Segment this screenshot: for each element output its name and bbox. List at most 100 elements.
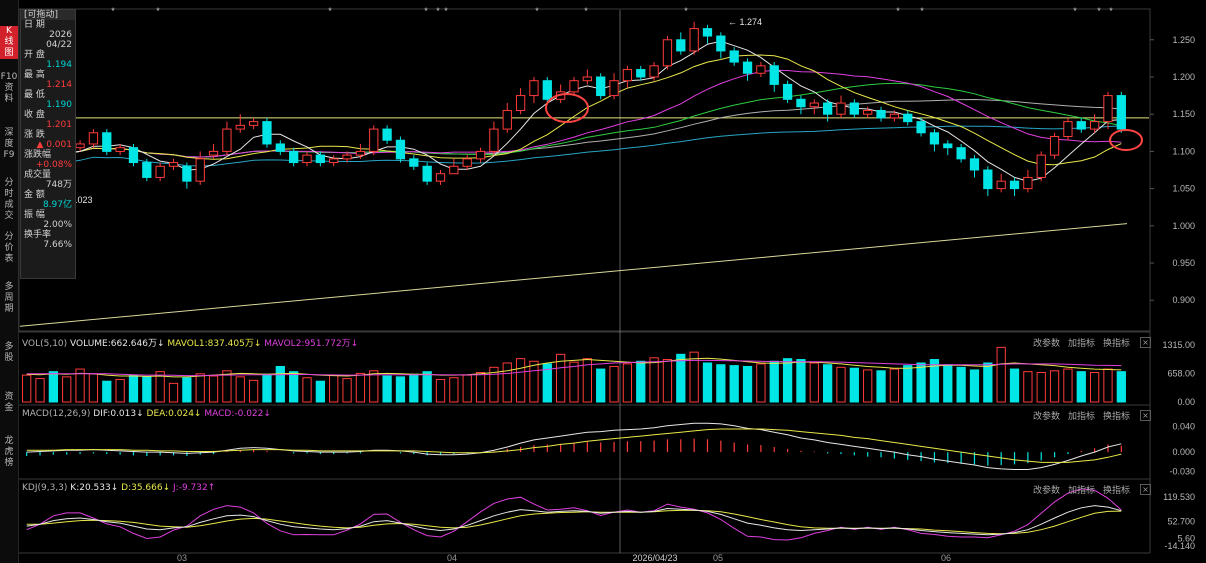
vol-close-icon[interactable]: × bbox=[1140, 337, 1151, 348]
candle-body[interactable] bbox=[676, 39, 686, 52]
volume-bar[interactable] bbox=[969, 369, 980, 403]
candle-body[interactable] bbox=[582, 76, 592, 82]
candle-body[interactable] bbox=[769, 65, 779, 85]
macd-panel-title[interactable]: MACD(12,26,9) DIF:0.013↓ DEA:0.024↓ MACD… bbox=[22, 409, 271, 419]
volume-bar[interactable] bbox=[315, 380, 325, 403]
candle-body[interactable] bbox=[248, 121, 259, 126]
volume-bar[interactable] bbox=[1036, 372, 1046, 403]
volume-bar[interactable] bbox=[742, 365, 753, 403]
candle-body[interactable] bbox=[155, 165, 165, 178]
candle-body[interactable] bbox=[742, 61, 753, 74]
candle-body[interactable] bbox=[369, 128, 379, 152]
volume-bar[interactable] bbox=[369, 370, 379, 403]
candle-body[interactable] bbox=[182, 165, 192, 182]
candle-body[interactable] bbox=[75, 143, 85, 149]
volume-bar[interactable] bbox=[1116, 371, 1126, 403]
vol-panel-title[interactable]: VOL(5,10) VOLUME:662.646万↓ MAVOL1:837.40… bbox=[22, 336, 358, 349]
kdj-panel-title[interactable]: KDJ(9,3,3) K:20.533↓ D:35.666↓ J:-9.732↑ bbox=[22, 483, 215, 493]
candle-body[interactable] bbox=[943, 143, 953, 149]
candle-body[interactable] bbox=[1009, 180, 1020, 190]
volume-bar[interactable] bbox=[1023, 371, 1033, 403]
candle-body[interactable] bbox=[782, 83, 793, 100]
candle-body[interactable] bbox=[435, 173, 446, 182]
candle-body[interactable] bbox=[515, 95, 526, 111]
volume-bar[interactable] bbox=[382, 375, 392, 403]
candle-body[interactable] bbox=[395, 139, 406, 160]
volume-bar[interactable] bbox=[262, 373, 272, 403]
volume-bar[interactable] bbox=[355, 372, 366, 403]
vol-params-button[interactable]: 改参数 bbox=[1033, 336, 1060, 349]
volume-bar[interactable] bbox=[502, 362, 512, 403]
volume-bar[interactable] bbox=[689, 351, 699, 403]
volume-bar[interactable] bbox=[769, 360, 779, 403]
candle-body[interactable] bbox=[609, 80, 619, 97]
volume-bar[interactable] bbox=[662, 359, 673, 403]
volume-bar[interactable] bbox=[248, 379, 259, 403]
candle-body[interactable] bbox=[1049, 136, 1060, 156]
candle-body[interactable] bbox=[115, 147, 125, 152]
candle-body[interactable] bbox=[382, 128, 392, 141]
bar-info-panel[interactable]: [可拖动] 日 期 2026 04/22 开 盘 1.194 最 高 1.214 最 低 1.… bbox=[20, 9, 76, 279]
candle-body[interactable] bbox=[502, 109, 512, 130]
candle-body[interactable] bbox=[596, 76, 606, 97]
candle-body[interactable] bbox=[462, 158, 472, 167]
candle-body[interactable] bbox=[649, 65, 659, 78]
candle-body[interactable] bbox=[168, 162, 179, 167]
candle-body[interactable] bbox=[903, 113, 913, 123]
volume-bar[interactable] bbox=[809, 362, 819, 403]
candle-body[interactable] bbox=[569, 80, 579, 93]
volume-bar[interactable] bbox=[622, 363, 633, 403]
candle-body[interactable] bbox=[823, 102, 833, 115]
candle-body[interactable] bbox=[289, 150, 299, 164]
candle-body[interactable] bbox=[88, 132, 99, 145]
volume-bar[interactable] bbox=[302, 377, 312, 403]
vol-switch-button[interactable]: 换指标 bbox=[1103, 336, 1130, 349]
candle-body[interactable] bbox=[716, 35, 726, 52]
candle-body[interactable] bbox=[475, 150, 486, 160]
volume-bar[interactable] bbox=[48, 371, 59, 403]
candle-body[interactable] bbox=[863, 109, 873, 115]
volume-bar[interactable] bbox=[863, 369, 873, 403]
volume-bar[interactable] bbox=[1076, 371, 1086, 403]
volume-bar[interactable] bbox=[569, 361, 579, 403]
volume-bar[interactable] bbox=[515, 358, 526, 403]
candle-body[interactable] bbox=[702, 28, 713, 37]
candle-body[interactable] bbox=[329, 158, 339, 164]
candle-body[interactable] bbox=[422, 165, 432, 182]
volume-bar[interactable] bbox=[475, 372, 486, 403]
volume-bar[interactable] bbox=[756, 363, 766, 403]
volume-bar[interactable] bbox=[796, 359, 806, 403]
volume-bar[interactable] bbox=[596, 368, 606, 403]
volume-bar[interactable] bbox=[849, 367, 859, 403]
candle-body[interactable] bbox=[142, 162, 152, 178]
candle-body[interactable] bbox=[1116, 95, 1126, 130]
candle-body[interactable] bbox=[889, 113, 900, 119]
candle-body[interactable] bbox=[1063, 121, 1073, 138]
candle-body[interactable] bbox=[302, 154, 312, 164]
macd-params-button[interactable]: 改参数 bbox=[1033, 409, 1060, 422]
volume-bar[interactable] bbox=[729, 365, 739, 403]
candle-body[interactable] bbox=[929, 132, 940, 145]
volume-bar[interactable] bbox=[142, 376, 152, 403]
volume-bar[interactable] bbox=[409, 373, 419, 403]
kdj-add-button[interactable]: 加指标 bbox=[1068, 483, 1095, 496]
volume-bar[interactable] bbox=[983, 362, 993, 403]
candle-body[interactable] bbox=[542, 80, 552, 100]
candle-body[interactable] bbox=[489, 128, 499, 152]
candle-body[interactable] bbox=[235, 124, 245, 130]
volume-bar[interactable] bbox=[235, 376, 245, 403]
volume-bar[interactable] bbox=[329, 374, 339, 403]
candle-body[interactable] bbox=[836, 102, 846, 115]
volume-bar[interactable] bbox=[115, 378, 125, 403]
candle-body[interactable] bbox=[315, 154, 325, 164]
volume-bar[interactable] bbox=[996, 346, 1006, 403]
volume-bar[interactable] bbox=[529, 360, 539, 403]
volume-bar[interactable] bbox=[395, 376, 406, 403]
candle-body[interactable] bbox=[102, 132, 112, 152]
candle-body[interactable] bbox=[529, 80, 539, 97]
volume-bar[interactable] bbox=[702, 362, 713, 403]
volume-bar[interactable] bbox=[275, 365, 285, 403]
volume-bar[interactable] bbox=[916, 362, 926, 403]
candle-body[interactable] bbox=[796, 98, 806, 108]
volume-bar[interactable] bbox=[422, 371, 432, 403]
